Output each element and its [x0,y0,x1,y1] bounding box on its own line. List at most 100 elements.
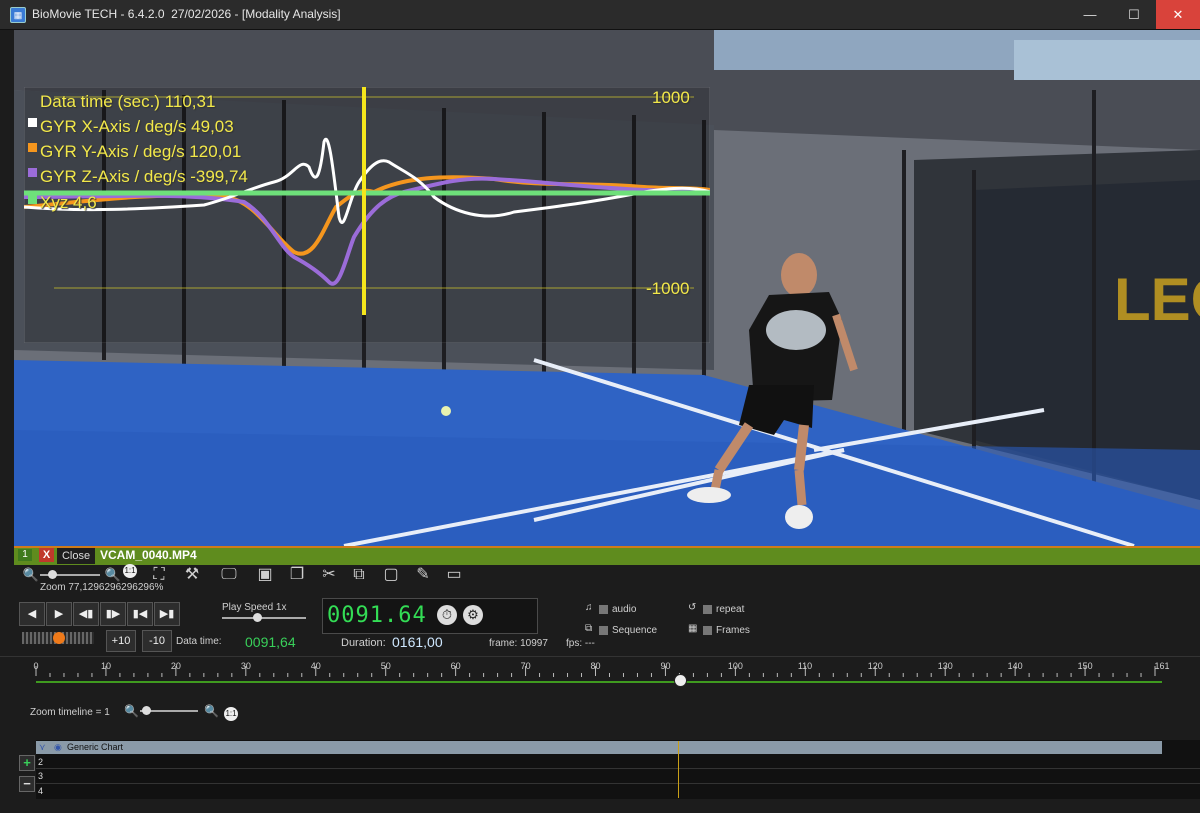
duration-value: 0161,00 [392,634,443,650]
notes-icon[interactable]: ✎ [412,565,434,585]
timeline-tick-label: 30 [240,661,251,671]
timeline-tick-label: 90 [660,661,671,671]
data-time-value: 0091,64 [245,634,296,650]
timeline-tick-label: 140 [1007,661,1023,671]
gyr-x-legend-swatch [28,118,37,127]
track-row-divider [36,783,1200,784]
track-row-divider [36,768,1200,769]
next-frame-button[interactable]: ▮▶ [100,602,126,626]
audio-icon: ♫ [585,602,593,613]
play-speed-label: Play Speed 1x [222,602,287,613]
export-icon[interactable]: ▭ [443,565,465,585]
timeline-zoom-thumb[interactable] [142,706,151,715]
chart-track-icon: ⋎ [39,742,46,752]
frames-icon: ▦ [688,623,698,634]
timeline-tick-label: 100 [727,661,743,671]
add-track-button[interactable]: + [19,755,35,771]
generic-chart-title: Generic Chart [67,742,124,752]
zoom-out-icon[interactable]: 🔍 [20,565,42,585]
monitor-icon[interactable]: 🖵 [218,565,240,585]
overlay-gyr-x: GYR X-Axis / deg/s 49,03 [40,117,234,136]
plus-10-button[interactable]: +10 [106,630,136,652]
go-start-button[interactable]: ▮◀ [127,602,153,626]
tools-icon[interactable]: ⚒ [181,565,203,585]
close-video-button[interactable]: Close [57,548,95,564]
timeline-playhead[interactable] [674,674,687,687]
audio-label: audio [612,604,637,615]
frame-readout: frame: 10997 [489,638,548,649]
overlay-top-value: 1000 [652,88,690,107]
copy-icon[interactable]: ⧉ [348,565,370,585]
close-window-button[interactable]: ✕ [1156,0,1200,29]
data-time-label: Data time: [176,636,222,647]
track-row-label: 4 [38,786,44,796]
sequence-label: Sequence [612,625,658,636]
video-tab-number[interactable]: 1 [18,549,32,561]
sequence-icon: ⧉ [585,623,593,634]
timeline-tick-label: 40 [310,661,321,671]
save-frame-icon[interactable]: ▣ [254,565,276,585]
step-back-button[interactable]: ◀ [19,602,45,626]
timeline-tick-label: 130 [937,661,953,671]
video-viewport[interactable]: LEG Data time (sec.) 110,31 GYR X-Axis /… [14,30,1200,546]
app-icon: ▦ [10,7,26,23]
repeat-icon: ↺ [688,602,697,613]
stopwatch-icon[interactable]: ⏱ [437,605,457,625]
overlay-gyr-y: GYR Y-Axis / deg/s 120,01 [40,142,242,161]
repeat-label: repeat [716,604,745,615]
play-button[interactable]: ▶ [46,602,72,626]
overlay-xyz: Xyz 4,6 [40,193,97,212]
timeline-tick-label: 70 [520,661,531,671]
remove-track-button[interactable]: − [19,776,35,792]
generic-chart-track-header[interactable] [36,741,1162,754]
track-row-label: 3 [38,771,44,781]
play-speed-thumb[interactable] [253,613,262,622]
xyz-legend-swatch [28,195,37,204]
prev-frame-button[interactable]: ◀▮ [73,602,99,626]
scissors-icon[interactable]: ✂ [318,565,340,585]
timeline-tick-label: 0 [33,661,39,671]
audio-checkbox[interactable] [599,605,608,614]
repeat-checkbox[interactable] [703,605,712,614]
overlay-gyr-z: GYR Z-Axis / deg/s -399,74 [40,167,248,186]
close-video-icon[interactable]: X [39,548,54,562]
minimize-button[interactable]: — [1068,0,1112,29]
play-speed-slider[interactable] [222,617,306,619]
timeline-tick-label: 80 [590,661,601,671]
track-row-label: 2 [38,757,44,767]
timeline-separator [0,656,1200,657]
zoom-slider-thumb[interactable] [48,570,57,579]
timeline-tick-label: 110 [797,661,813,671]
snapshot-icon[interactable]: ▢ [380,565,402,585]
frames-checkbox[interactable] [703,626,712,635]
zoom-readout: Zoom 77,1296296296296% [40,582,164,593]
one-to-one-icon[interactable]: 1:1 [123,564,137,578]
stopwatch-settings-icon[interactable]: ⚙ [463,605,483,625]
gyr-z-legend-swatch [28,168,37,177]
chart-track-eye-icon[interactable]: ◉ [54,742,62,753]
timeline-tick-label: 161 [1154,661,1170,671]
timeline-zoom-out-icon[interactable]: 🔍 [124,704,139,718]
gyr-y-legend-swatch [28,143,37,152]
timeline-tick-label: 20 [170,661,181,671]
video-filename: VCAM_0040.MP4 [100,548,197,562]
sequence-checkbox[interactable] [599,626,608,635]
timeline-one-to-one-icon[interactable]: 1:1 [224,707,238,721]
overlay-data-time: Data time (sec.) 110,31 [40,92,216,111]
save-all-icon[interactable]: ❐ [286,565,308,585]
time-counter: 0091.64 [327,603,427,628]
track-cursor-line [678,741,679,798]
zoom-timeline-label: Zoom timeline = 1 [30,707,110,718]
go-end-button[interactable]: ▶▮ [154,602,180,626]
timeline-zoom-in-icon[interactable]: 🔍 [204,704,219,718]
timeline-tick-label: 120 [867,661,883,671]
volume-knob[interactable] [53,632,65,644]
window-title: BioMovie TECH - 6.4.2.0 27/02/2026 - [Mo… [32,7,341,21]
frames-label: Frames [716,625,750,636]
timeline-tick-label: 10 [100,661,111,671]
maximize-button[interactable]: ☐ [1112,0,1156,29]
minus-10-button[interactable]: -10 [142,630,172,652]
timeline-tick-label: 150 [1077,661,1093,671]
duration-label: Duration: [341,637,386,649]
fps-readout: fps: --- [566,638,595,649]
